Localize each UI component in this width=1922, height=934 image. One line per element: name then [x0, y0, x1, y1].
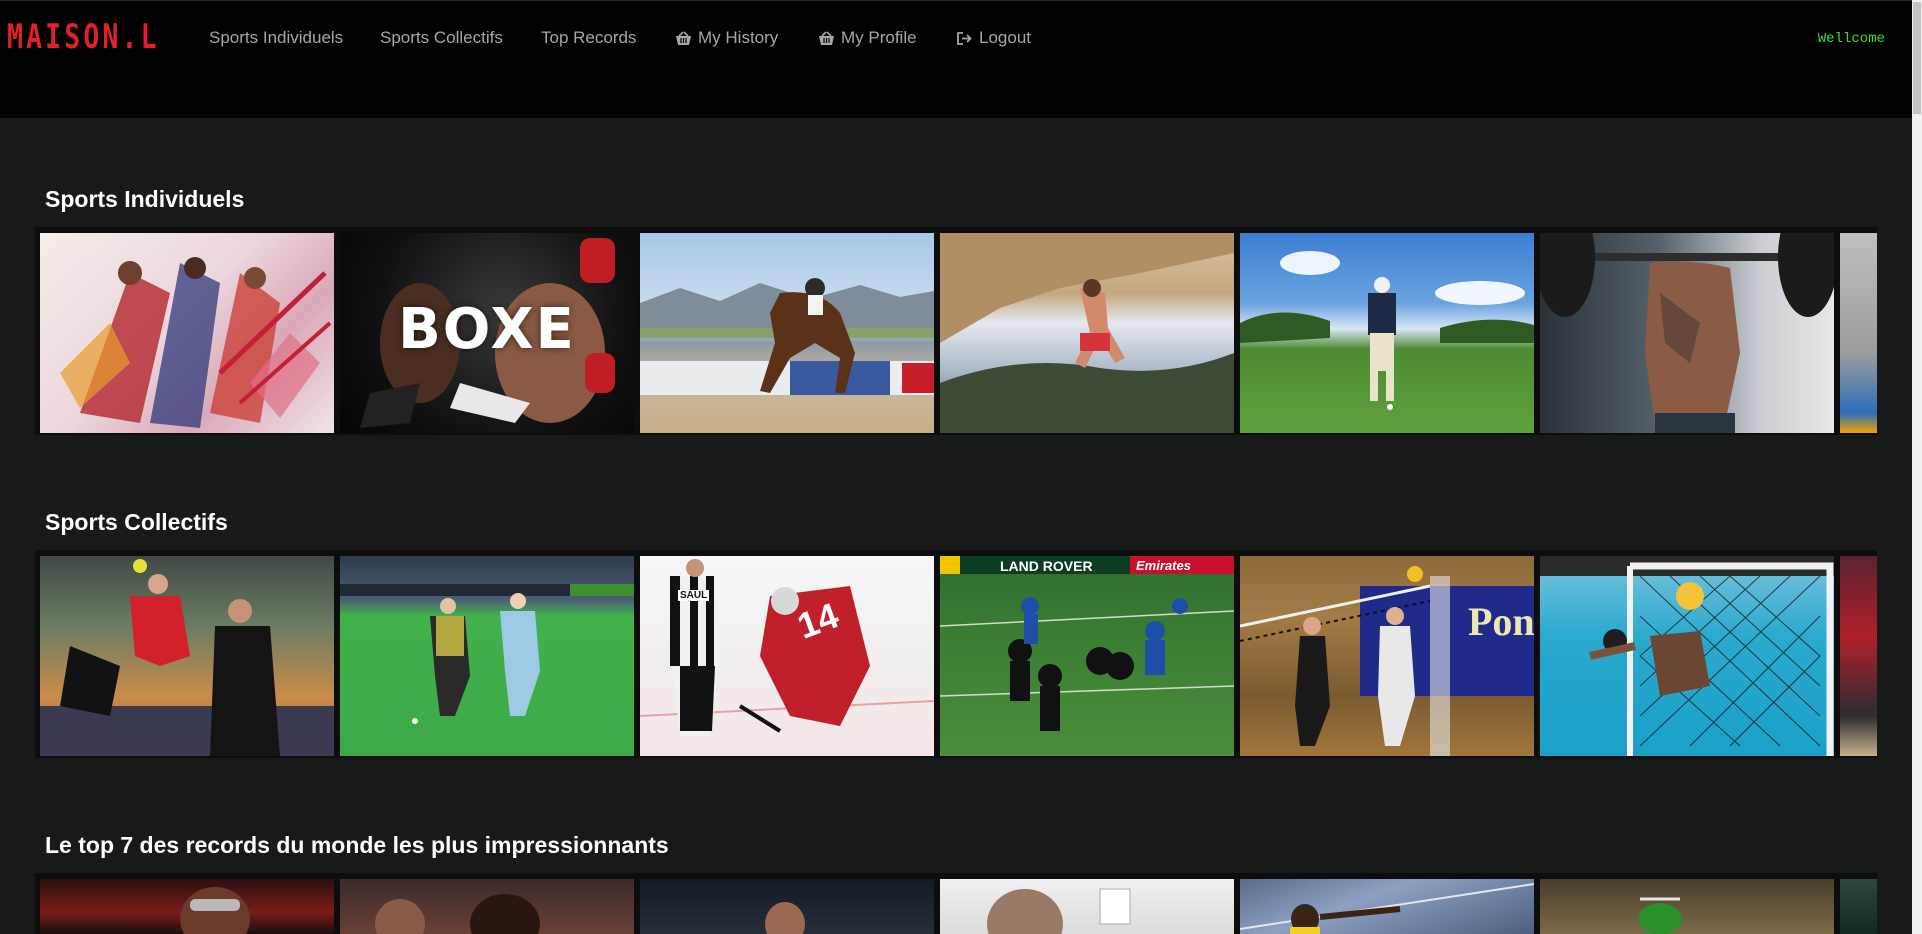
- basket-icon: [675, 30, 692, 46]
- nav-top-records[interactable]: Top Records: [541, 28, 636, 48]
- ice-hockey-illustration: [640, 559, 934, 736]
- thumbnail-hockey-gazon[interactable]: [340, 556, 634, 756]
- carousel-sports-collectifs[interactable]: 14 SAUL LAND ROVER Emirates Pon: [35, 550, 1877, 758]
- thumbnail-golf[interactable]: [1240, 233, 1534, 433]
- referee-name: SAUL: [678, 590, 710, 601]
- welcome-text: Wellcome: [1817, 31, 1885, 47]
- nav-label: My History: [698, 28, 779, 47]
- thumbnail-hockey-glace[interactable]: 14 SAUL: [640, 556, 934, 756]
- sign-out-icon: [956, 31, 973, 46]
- thumbnail-record-4[interactable]: [940, 879, 1234, 934]
- nav-logout[interactable]: Logout: [956, 28, 1031, 48]
- thumbnail-partial-next[interactable]: [1840, 233, 1877, 433]
- basket-icon: [818, 30, 835, 46]
- water-polo-illustration: [1540, 556, 1834, 756]
- thumbnail-record-3[interactable]: [640, 879, 934, 934]
- nav-label: Sports Individuels: [209, 28, 344, 47]
- thumbnail-record-1[interactable]: [40, 879, 334, 934]
- record-6-illustration: [1638, 897, 1682, 934]
- thumbnail-escalade[interactable]: [940, 233, 1234, 433]
- field-hockey-illustration: [340, 584, 634, 724]
- climbing-illustration: [940, 233, 1234, 433]
- equestrian-illustration: [640, 278, 934, 395]
- carousel-sports-individuels[interactable]: BOXE: [35, 227, 1877, 435]
- nav-my-history[interactable]: My History: [675, 28, 778, 48]
- nav-sports-individuels[interactable]: Sports Individuels: [209, 28, 343, 48]
- weightlifting-illustration: [1540, 233, 1834, 433]
- thumbnail-boxe[interactable]: BOXE: [340, 233, 634, 433]
- handball-illustration: [40, 559, 334, 756]
- record-2-illustration: [375, 894, 540, 934]
- thumbnail-record-2[interactable]: [340, 879, 634, 934]
- thumbnail-partial-next[interactable]: [1840, 879, 1877, 934]
- thumbnail-partial-next[interactable]: [1840, 556, 1877, 756]
- section-title-top-records: Le top 7 des records du monde les plus i…: [45, 832, 669, 858]
- record-5-illustration: [1240, 883, 1534, 934]
- record-1-illustration: [180, 887, 250, 934]
- rugby-illustration: [940, 597, 1234, 731]
- volleyball-illustration: [1240, 566, 1450, 756]
- section-title-collectifs: Sports Collectifs: [45, 509, 228, 535]
- record-4-illustration: [987, 888, 1131, 934]
- thumbnail-equitation[interactable]: [640, 233, 934, 433]
- boxe-title: BOXE: [398, 297, 576, 362]
- brand-logo[interactable]: MAISON.L: [7, 17, 160, 57]
- thumbnail-handball[interactable]: [40, 556, 334, 756]
- thumbnail-rugby[interactable]: LAND ROVER Emirates: [940, 556, 1234, 756]
- thumbnail-record-5[interactable]: [1240, 879, 1534, 934]
- thumbnail-water-polo[interactable]: [1540, 556, 1834, 756]
- athletics-illustration: [60, 257, 332, 428]
- nav-sports-collectifs[interactable]: Sports Collectifs: [380, 28, 503, 48]
- nav-label: Logout: [979, 28, 1031, 47]
- section-title-individuels: Sports Individuels: [45, 186, 245, 212]
- thumbnail-record-6[interactable]: [1540, 879, 1834, 934]
- carousel-top-records[interactable]: [35, 873, 1877, 934]
- scrollbar-thumb[interactable]: [1913, 2, 1921, 114]
- record-3-illustration: [765, 902, 805, 934]
- thumbnail-athletics[interactable]: [40, 233, 334, 433]
- thumbnail-halterophilie[interactable]: [1540, 233, 1834, 433]
- nav-label: My Profile: [841, 28, 917, 47]
- page-scrollbar[interactable]: [1912, 0, 1922, 934]
- nav-label: Sports Collectifs: [380, 28, 503, 47]
- top-navbar: MAISON.L Sports Individuels Sports Colle…: [0, 0, 1912, 118]
- golf-illustration: [1240, 251, 1534, 410]
- nav-my-profile[interactable]: My Profile: [818, 28, 917, 48]
- thumbnail-volley[interactable]: Pon: [1240, 556, 1534, 756]
- nav-label: Top Records: [541, 28, 637, 47]
